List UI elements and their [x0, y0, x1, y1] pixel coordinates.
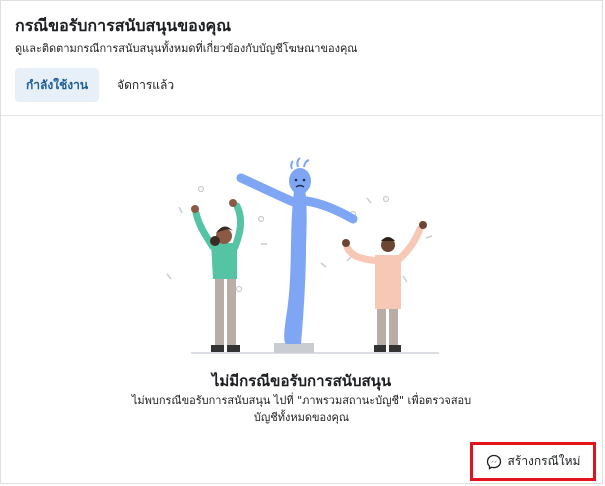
messenger-icon: [486, 454, 501, 470]
create-case-button[interactable]: สร้างกรณีใหม่: [470, 442, 596, 481]
page-subtitle: ดูและติดตามกรณีการสนับสนุนทั้งหมดที่เกี่…: [15, 42, 358, 55]
empty-state-line-2: บัญชีทั้งหมดของคุณ: [253, 411, 350, 424]
page-title: กรณีขอรับการสนับสนุนของคุณ: [15, 16, 232, 35]
panel-header: กรณีขอรับการสนับสนุนของคุณ ดูและติดตามกร…: [1, 1, 602, 116]
empty-state-line-1: ไม่พบกรณีขอรับการสนับสนุน ไปที่ "ภาพรวมส…: [131, 394, 472, 407]
create-case-label: สร้างกรณีใหม่: [507, 454, 581, 468]
empty-state-illustration: [166, 157, 439, 354]
tab-bar: กำลังใช้งาน จัดการแล้ว: [15, 68, 186, 102]
tab-resolved[interactable]: จัดการแล้ว: [105, 68, 186, 102]
tab-active[interactable]: กำลังใช้งาน: [15, 68, 100, 102]
empty-state-title: ไม่มีกรณีขอรับการสนับสนุน: [211, 372, 392, 390]
support-cases-panel: กรณีขอรับการสนับสนุนของคุณ ดูและติดตามกร…: [0, 0, 603, 484]
empty-state-description: ไม่พบกรณีขอรับการสนับสนุน ไปที่ "ภาพรวมส…: [1, 392, 602, 426]
